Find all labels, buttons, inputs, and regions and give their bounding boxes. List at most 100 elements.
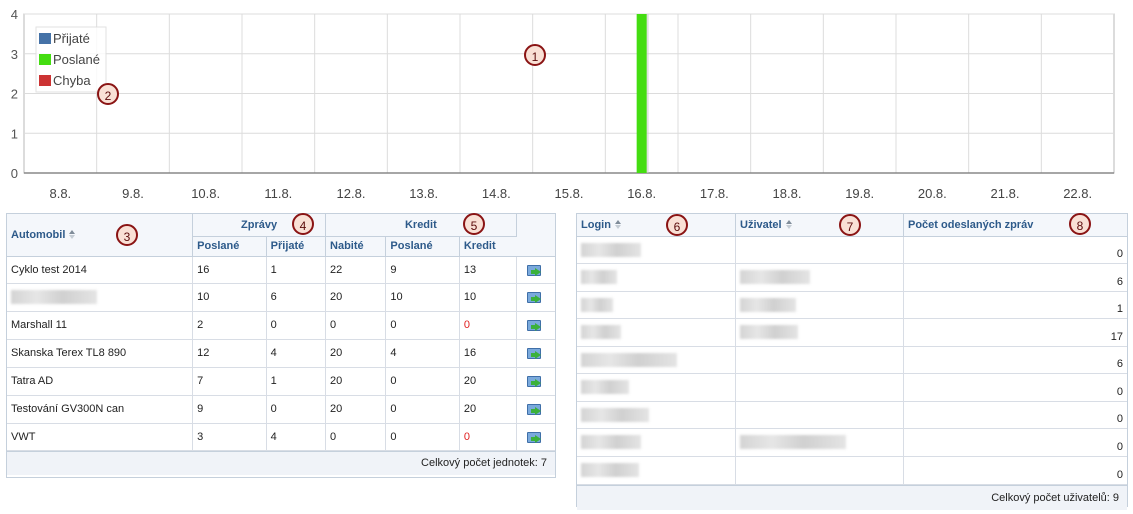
redacted-text	[11, 290, 97, 304]
export-arrow-icon[interactable]	[527, 375, 544, 388]
row-action[interactable]	[516, 283, 555, 312]
export-arrow-icon[interactable]	[527, 291, 544, 304]
cell-prijate: 4	[266, 423, 327, 451]
cell-prijate: 1	[266, 256, 327, 284]
x-tick-label: 8.8.	[49, 186, 71, 201]
export-arrow-icon[interactable]	[527, 347, 544, 360]
legend-label: Poslané	[53, 52, 100, 67]
vehicle-name-text: VWT	[11, 430, 36, 443]
export-arrow-icon[interactable]	[527, 319, 544, 332]
col-automobil[interactable]: Automobil	[7, 214, 194, 257]
cell-uzivatel	[735, 291, 904, 319]
redacted-text	[581, 297, 613, 312]
legend-swatch	[39, 54, 51, 65]
cell-uzivatel	[735, 236, 904, 264]
x-tick-label: 18.8.	[773, 186, 802, 201]
legend-swatch	[39, 33, 51, 44]
table-row: 0	[577, 401, 1127, 429]
x-tick-label: 14.8.	[482, 186, 511, 201]
callout-1: 1	[524, 44, 546, 66]
bar	[636, 14, 647, 173]
redacted-text	[740, 297, 796, 312]
row-action[interactable]	[516, 395, 555, 424]
col-nabite: Nabité	[325, 236, 387, 257]
col-login[interactable]: Login	[577, 214, 736, 237]
cell-poslane2: 0	[385, 367, 460, 396]
row-action[interactable]	[516, 256, 555, 284]
row-action[interactable]	[516, 311, 555, 340]
callout-4: 4	[292, 213, 314, 235]
col-action	[516, 214, 555, 257]
table-row: 10 6 20 10 10	[7, 283, 555, 312]
cell-poslane: 9	[192, 395, 267, 424]
cell-kredit: 0	[459, 423, 517, 451]
cell-poslane2: 0	[385, 395, 460, 424]
vehicle-name: VWT	[7, 423, 194, 451]
export-arrow-icon[interactable]	[527, 431, 544, 443]
cell-login	[577, 291, 736, 319]
export-arrow-icon[interactable]	[527, 264, 544, 276]
x-tick-label: 15.8.	[555, 186, 584, 201]
row-action[interactable]	[516, 423, 555, 451]
table-row: Tatra AD 7 1 20 0 20	[7, 367, 555, 396]
users-panel: Login Uživatel Počet odeslaných zpráv 0 6…	[576, 213, 1128, 510]
table-row: 6	[577, 263, 1127, 292]
messages-chart: 0 1 2 3 4 8.8. 9.8. 10.8. 11.8. 12.8. 13.8. 14.8. 15…	[11, 7, 1115, 201]
table-row: VWT 3 4 0 0 0	[7, 423, 555, 451]
redacted-text	[581, 407, 649, 422]
cell-poslane: 12	[192, 339, 267, 368]
redacted-text	[581, 270, 617, 285]
row-action[interactable]	[516, 339, 555, 368]
cell-kredit: 20	[459, 367, 517, 396]
cell-poslane: 2	[192, 311, 267, 340]
export-arrow-icon[interactable]	[527, 403, 544, 416]
users-footer: Celkový počet uživatelů: 9	[577, 484, 1127, 510]
vehicles-panel: Automobil Zprávy Kredit Poslané Přijaté …	[6, 213, 556, 478]
cell-message-count: 0	[903, 456, 1127, 485]
cell-login	[577, 373, 736, 402]
cell-message-count: 0	[903, 401, 1127, 429]
col-uzivatel[interactable]: Uživatel	[735, 214, 904, 237]
vehicles-table: Automobil Zprávy Kredit Poslané Přijaté …	[7, 214, 555, 451]
table-row: Cyklo test 2014 16 1 22 9 13	[7, 256, 555, 284]
redacted-text	[581, 325, 621, 340]
vehicle-name-text: Skanska Terex TL8 890	[11, 347, 127, 359]
callout-3: 3	[116, 224, 138, 246]
cell-poslane2: 9	[385, 256, 460, 284]
cell-nabite: 20	[325, 339, 387, 368]
y-tick-label: 1	[11, 126, 18, 141]
cell-prijate: 4	[266, 339, 327, 368]
col-pocet: Počet odeslaných zpráv	[903, 214, 1127, 237]
cell-poslane2: 0	[385, 423, 460, 451]
x-tick-label: 11.8.	[264, 186, 292, 201]
vehicle-name: Skanska Terex TL8 890	[7, 339, 194, 368]
cell-nabite: 20	[325, 283, 387, 312]
col-uzivatel-label: Uživatel	[740, 218, 782, 231]
x-tick-label: 10.8.	[191, 186, 220, 201]
cell-prijate: 0	[266, 311, 327, 340]
vehicle-name: Marshall 11	[7, 311, 194, 340]
col-login-label: Login	[581, 218, 611, 231]
redacted-text	[581, 380, 629, 395]
cell-nabite: 0	[325, 311, 387, 340]
cell-poslane: 7	[192, 367, 267, 396]
cell-message-count: 1	[903, 291, 1127, 319]
redacted-text	[581, 352, 677, 367]
table-row: 17	[577, 318, 1127, 347]
redacted-text	[740, 325, 798, 340]
table-row: 0	[577, 373, 1127, 402]
cell-login	[577, 318, 736, 347]
vehicles-footer: Celkový počet jednotek: 7	[7, 450, 555, 475]
row-action[interactable]	[516, 367, 555, 396]
cell-poslane: 3	[192, 423, 267, 451]
y-tick-label: 4	[11, 7, 18, 22]
x-tick-label: 12.8.	[337, 186, 366, 201]
callout-6: 6	[666, 214, 688, 236]
y-tick-label: 0	[11, 166, 18, 181]
col-kredit: Kredit	[459, 236, 517, 257]
vehicle-name: Testování GV300N can	[7, 395, 194, 424]
cell-uzivatel	[735, 346, 904, 374]
col-poslane-kredit: Poslané	[385, 236, 460, 257]
cell-prijate: 1	[266, 367, 327, 396]
cell-login	[577, 263, 736, 292]
